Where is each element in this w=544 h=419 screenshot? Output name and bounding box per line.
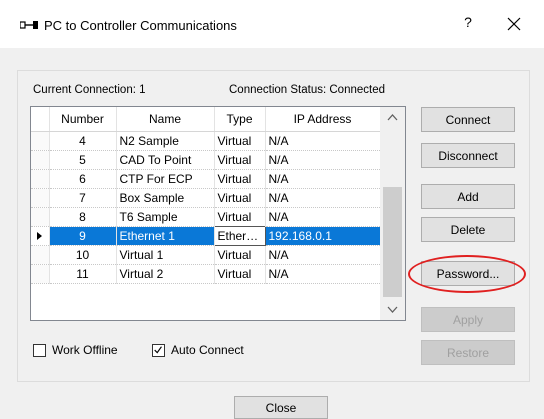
work-offline-checkbox[interactable] xyxy=(33,343,46,357)
cell-number: 11 xyxy=(49,264,117,284)
header-indicator xyxy=(31,107,50,132)
highlight-ellipse xyxy=(408,255,526,293)
cell-ip: N/A xyxy=(265,131,381,151)
help-button[interactable]: ? xyxy=(461,14,475,30)
close-icon[interactable] xyxy=(506,16,522,32)
connection-status-label: Connection Status: Connected xyxy=(229,84,385,96)
table-row[interactable]: 5 CAD To Point Virtual N/A xyxy=(31,150,381,170)
table-header-row: Number Name Type IP Address xyxy=(31,107,381,132)
table-row[interactable]: 6 CTP For ECP Virtual N/A xyxy=(31,169,381,189)
current-connection-label: Current Connection: 1 xyxy=(33,84,146,96)
cell-type: Virtual xyxy=(214,150,266,170)
table-row[interactable]: 10 Virtual 1 Virtual N/A xyxy=(31,245,381,265)
connections-table[interactable]: Number Name Type IP Address 4 N2 Sample … xyxy=(30,106,406,321)
cell-type: Virtual xyxy=(214,188,266,208)
cell-name: Ethernet 1 xyxy=(116,226,215,246)
auto-connect-label: Auto Connect xyxy=(171,343,244,357)
cell-name: N2 Sample xyxy=(116,131,215,151)
cell-number: 7 xyxy=(49,188,117,208)
dialog-window: PC to Controller Communications ? Curren… xyxy=(0,0,544,419)
auto-connect-checkbox[interactable] xyxy=(152,343,165,357)
restore-button[interactable]: Restore xyxy=(421,340,515,365)
cell-ip: N/A xyxy=(265,207,381,227)
work-offline-label: Work Offline xyxy=(52,343,118,357)
work-offline-option[interactable]: Work Offline xyxy=(33,343,118,357)
row-indicator xyxy=(31,131,50,151)
delete-button[interactable]: Delete xyxy=(421,217,515,242)
table-row[interactable]: 7 Box Sample Virtual N/A xyxy=(31,188,381,208)
disconnect-button[interactable]: Disconnect xyxy=(421,143,515,168)
row-indicator xyxy=(31,264,50,284)
cell-type: Virtual xyxy=(214,169,266,189)
table-row[interactable]: 8 T6 Sample Virtual N/A xyxy=(31,207,381,227)
connection-icon xyxy=(20,21,38,29)
current-row-arrow-icon xyxy=(37,232,42,241)
column-header-number[interactable]: Number xyxy=(49,107,117,132)
window-title: PC to Controller Communications xyxy=(44,18,237,33)
cell-ip: N/A xyxy=(265,245,381,265)
title-bar: PC to Controller Communications ? xyxy=(0,0,544,48)
cell-type: Virtual xyxy=(214,207,266,227)
row-indicator xyxy=(31,188,50,208)
cell-name: Virtual 2 xyxy=(116,264,215,284)
close-button[interactable]: Close xyxy=(234,396,328,419)
cell-number: 8 xyxy=(49,207,117,227)
cell-type: Virtual xyxy=(214,264,266,284)
cell-ip: N/A xyxy=(265,150,381,170)
row-indicator xyxy=(31,150,50,170)
cell-number: 4 xyxy=(49,131,117,151)
apply-button[interactable]: Apply xyxy=(421,307,515,332)
cell-number: 10 xyxy=(49,245,117,265)
scrollbar-thumb[interactable] xyxy=(383,187,402,297)
scroll-down-icon[interactable] xyxy=(380,299,405,320)
row-indicator xyxy=(31,169,50,189)
cell-name: Box Sample xyxy=(116,188,215,208)
cell-type-dropdown[interactable]: Ether… xyxy=(213,225,266,246)
table-row[interactable]: 11 Virtual 2 Virtual N/A xyxy=(31,264,381,284)
cell-name: Virtual 1 xyxy=(116,245,215,265)
table-row-selected[interactable]: 9 Ethernet 1 Ether… 192.168.0.1 xyxy=(31,225,381,246)
row-indicator xyxy=(31,245,50,265)
cell-ip: 192.168.0.1 xyxy=(265,226,381,246)
column-header-name[interactable]: Name xyxy=(116,107,215,132)
row-indicator-current xyxy=(31,226,50,246)
connect-button[interactable]: Connect xyxy=(421,107,515,132)
column-header-type[interactable]: Type xyxy=(214,107,266,132)
cell-number: 6 xyxy=(49,169,117,189)
column-header-ip[interactable]: IP Address xyxy=(265,107,381,132)
row-indicator xyxy=(31,207,50,227)
cell-number: 5 xyxy=(49,150,117,170)
table-row[interactable]: 4 N2 Sample Virtual N/A xyxy=(31,131,381,151)
cell-name: CAD To Point xyxy=(116,150,215,170)
cell-name: T6 Sample xyxy=(116,207,215,227)
add-button[interactable]: Add xyxy=(421,184,515,209)
cell-ip: N/A xyxy=(265,169,381,189)
cell-type: Virtual xyxy=(214,245,266,265)
auto-connect-option[interactable]: Auto Connect xyxy=(152,343,244,357)
cell-ip: N/A xyxy=(265,188,381,208)
scroll-up-icon[interactable] xyxy=(380,107,405,128)
cell-type: Virtual xyxy=(214,131,266,151)
table-scrollbar[interactable] xyxy=(380,107,405,320)
cell-number: 9 xyxy=(49,226,117,246)
cell-name: CTP For ECP xyxy=(116,169,215,189)
cell-ip: N/A xyxy=(265,264,381,284)
checkmark-icon xyxy=(154,345,162,354)
